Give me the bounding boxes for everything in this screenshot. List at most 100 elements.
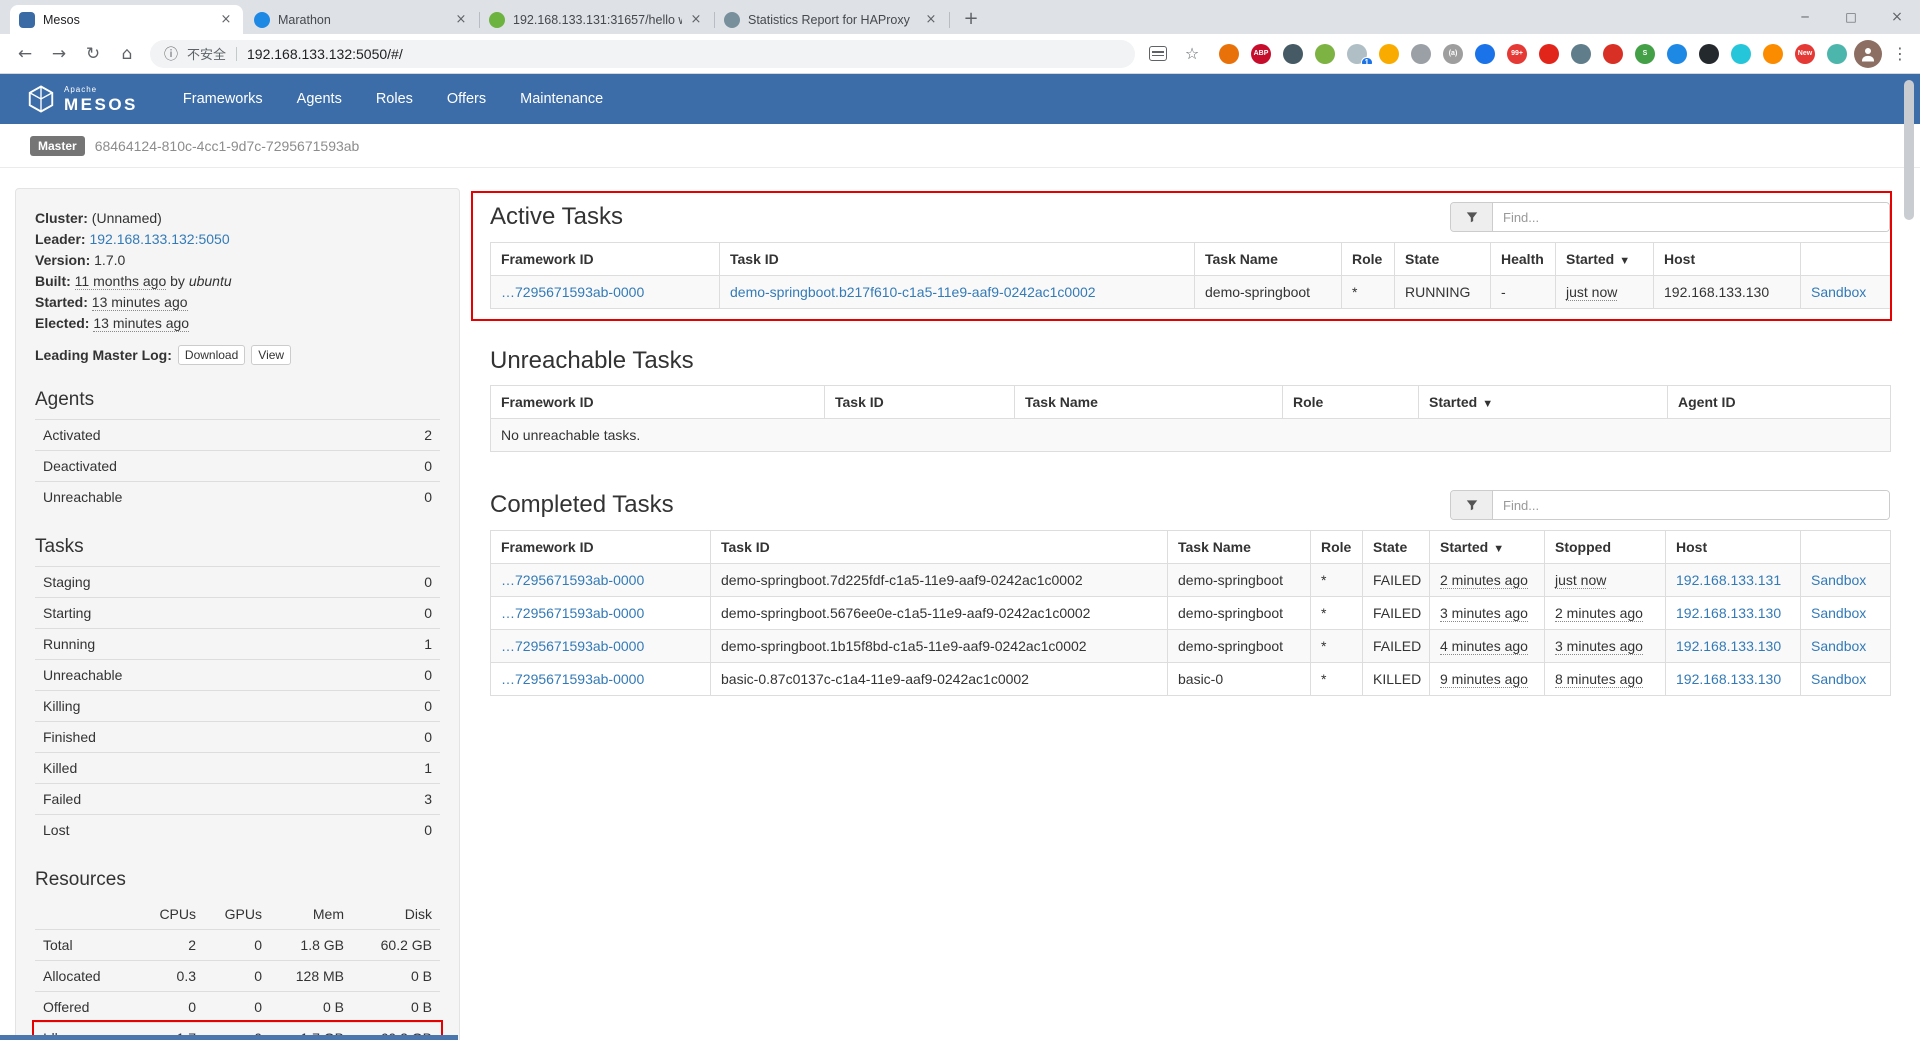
nav-item-offers[interactable]: Offers [430,74,503,124]
extension-icon[interactable] [1571,44,1591,64]
extension-icon[interactable] [1603,44,1623,64]
browser-tabstrip: Mesos × Marathon × 192.168.133.131:31657… [0,0,1920,34]
framework-id-link[interactable]: …7295671593ab-0000 [501,671,644,687]
forward-icon[interactable]: → [42,39,76,69]
col-started[interactable]: Started▼ [1430,531,1545,564]
sandbox-link[interactable]: Sandbox [1811,638,1866,654]
sandbox-link[interactable]: Sandbox [1811,671,1866,687]
framework-id-link[interactable]: …7295671593ab-0000 [501,638,644,654]
extension-icon[interactable] [1699,44,1719,64]
active-tasks-section: Active Tasks Framewo [490,202,1890,309]
col-task-id[interactable]: Task ID [825,386,1015,419]
nav-item-maintenance[interactable]: Maintenance [503,74,620,124]
col-agent-id[interactable]: Agent ID [1668,386,1891,419]
host-link[interactable]: 192.168.133.130 [1676,638,1781,654]
extension-icon[interactable]: S [1635,44,1655,64]
col-state[interactable]: State [1363,531,1430,564]
col-task-id[interactable]: Task ID [711,531,1168,564]
nav-item-agents[interactable]: Agents [280,74,359,124]
col-state[interactable]: State [1395,243,1491,276]
info-icon[interactable]: ⓘ [164,44,178,64]
extension-icon[interactable] [1315,44,1335,64]
col-task-name[interactable]: Task Name [1168,531,1311,564]
tab-close-icon[interactable]: × [923,12,939,28]
extension-icon[interactable] [1475,44,1495,64]
new-tab-button[interactable]: + [958,7,984,33]
col-role[interactable]: Role [1311,531,1363,564]
framework-id-link[interactable]: …7295671593ab-0000 [501,284,644,300]
col-task-id[interactable]: Task ID [720,243,1195,276]
filter-icon [1451,491,1493,519]
col-framework-id[interactable]: Framework ID [491,531,711,564]
table-row: Allocated 0.3 0 128 MB 0 B [35,961,440,992]
browser-tab-hello[interactable]: 192.168.133.131:31657/hello w × [480,5,713,34]
table-row: Unreachable 0 [35,482,440,513]
col-framework-id[interactable]: Framework ID [491,243,720,276]
extension-icon[interactable]: 99+ [1507,44,1527,64]
col-host[interactable]: Host [1654,243,1801,276]
tab-close-icon[interactable]: × [453,12,469,28]
col-started[interactable]: Started▼ [1556,243,1654,276]
view-button[interactable]: View [251,345,291,365]
bookmark-star-icon[interactable]: ☆ [1175,39,1209,69]
extension-icon[interactable] [1763,44,1783,64]
completed-tasks-find-input[interactable] [1493,491,1889,519]
vertical-scrollbar[interactable] [1904,80,1914,220]
extension-icon[interactable]: 1 [1347,44,1367,64]
nav-item-roles[interactable]: Roles [359,74,430,124]
extension-icon[interactable] [1283,44,1303,64]
tab-close-icon[interactable]: × [688,12,704,28]
extension-icon[interactable] [1539,44,1559,64]
extension-icon[interactable] [1219,44,1239,64]
built-line: Built: 11 months ago by ubuntu [35,271,440,291]
sandbox-link[interactable]: Sandbox [1811,572,1866,588]
active-tasks-find-input[interactable] [1493,203,1889,231]
download-button[interactable]: Download [178,345,245,365]
host-link[interactable]: 192.168.133.130 [1676,605,1781,621]
host-link[interactable]: 192.168.133.131 [1676,572,1781,588]
browser-tab-haproxy[interactable]: Statistics Report for HAProxy × [715,5,948,34]
col-framework-id[interactable]: Framework ID [491,386,825,419]
browser-menu-icon[interactable]: ⋮ [1888,39,1912,69]
leader-link[interactable]: 192.168.133.132:5050 [89,231,229,247]
maximize-button[interactable]: □ [1828,0,1874,34]
sort-desc-icon: ▼ [1619,255,1630,267]
table-header-row: Framework ID Task ID Task Name Role Stat… [491,243,1891,276]
sandbox-link[interactable]: Sandbox [1811,284,1866,300]
browser-tab-mesos[interactable]: Mesos × [10,5,243,34]
col-stopped[interactable]: Stopped [1545,531,1666,564]
extension-icon[interactable] [1379,44,1399,64]
extension-icon[interactable] [1667,44,1687,64]
sandbox-link[interactable]: Sandbox [1811,605,1866,621]
extension-icon[interactable]: (a) [1443,44,1463,64]
extension-icon[interactable]: New [1795,44,1815,64]
home-icon[interactable]: ⌂ [110,39,144,69]
browser-tab-marathon[interactable]: Marathon × [245,5,478,34]
extension-icon[interactable] [1827,44,1847,64]
task-id-link[interactable]: demo-springboot.b217f610-c1a5-11e9-aaf9-… [730,284,1096,300]
col-started[interactable]: Started▼ [1419,386,1668,419]
framework-id-link[interactable]: …7295671593ab-0000 [501,605,644,621]
col-task-name[interactable]: Task Name [1015,386,1283,419]
extension-icon[interactable] [1731,44,1751,64]
nav-item-frameworks[interactable]: Frameworks [166,74,280,124]
col-host[interactable]: Host [1666,531,1801,564]
tab-close-icon[interactable]: × [218,12,234,28]
back-icon[interactable]: ← [8,39,42,69]
framework-id-link[interactable]: …7295671593ab-0000 [501,572,644,588]
col-health[interactable]: Health [1491,243,1556,276]
mesos-logo[interactable]: Apache MESOS [26,84,138,114]
col-task-name[interactable]: Task Name [1195,243,1342,276]
extension-icon[interactable] [1411,44,1431,64]
minimize-button[interactable]: ─ [1782,0,1828,34]
address-bar[interactable]: ⓘ 不安全 192.168.133.132:5050/#/ [150,40,1135,68]
col-role[interactable]: Role [1342,243,1395,276]
profile-avatar[interactable] [1854,40,1882,68]
reload-icon[interactable]: ↻ [76,39,110,69]
page-action-icon[interactable] [1149,46,1167,61]
host-link[interactable]: 192.168.133.130 [1676,671,1781,687]
close-window-button[interactable]: × [1874,0,1920,34]
empty-message: No unreachable tasks. [491,419,1891,452]
col-role[interactable]: Role [1283,386,1419,419]
extension-icon[interactable]: ABP [1251,44,1271,64]
